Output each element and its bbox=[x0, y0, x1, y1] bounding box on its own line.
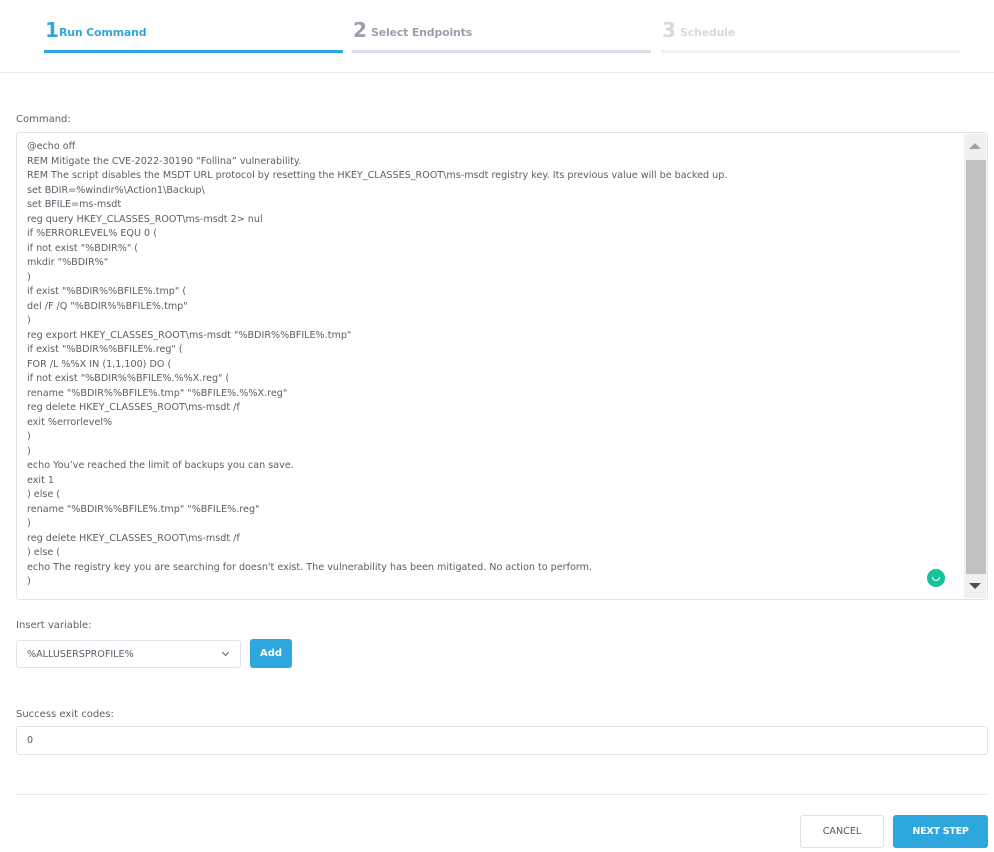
command-label: Command: bbox=[16, 114, 71, 125]
step-number: 2 bbox=[353, 18, 367, 42]
command-scrollbar[interactable] bbox=[964, 134, 986, 598]
step-number: 1 bbox=[45, 18, 59, 42]
arrow-down-icon bbox=[969, 583, 981, 589]
command-textarea[interactable]: @echo off REM Mitigate the CVE-2022-3019… bbox=[16, 132, 988, 600]
step-progress-bar bbox=[44, 50, 343, 53]
step-select-endpoints[interactable]: 2 Select Endpoints bbox=[352, 18, 651, 54]
step-run-command[interactable]: 1 Run Command bbox=[44, 18, 343, 54]
insert-variable-label: Insert variable: bbox=[16, 620, 92, 631]
cancel-button[interactable]: CANCEL bbox=[800, 815, 884, 848]
scroll-down-button[interactable] bbox=[964, 574, 986, 598]
variable-select[interactable]: %ALLUSERSPROFILE% bbox=[16, 640, 241, 668]
step-progress-bar bbox=[661, 50, 960, 53]
add-variable-button[interactable]: Add bbox=[250, 639, 292, 668]
exit-codes-label: Success exit codes: bbox=[16, 709, 114, 720]
scroll-thumb[interactable] bbox=[966, 160, 986, 574]
wizard-stepper: 1 Run Command 2 Select Endpoints 3 Sched… bbox=[0, 0, 994, 73]
scroll-up-button[interactable] bbox=[964, 134, 986, 158]
step-label: Select Endpoints bbox=[371, 26, 473, 39]
step-progress-bar bbox=[352, 50, 651, 53]
next-step-button[interactable]: NEXT STEP bbox=[893, 815, 988, 848]
variable-select-value: %ALLUSERSPROFILE% bbox=[27, 649, 134, 660]
arrow-up-icon bbox=[969, 143, 981, 149]
smile-glyph bbox=[932, 577, 940, 581]
footer-divider bbox=[16, 794, 988, 795]
exit-codes-input[interactable] bbox=[16, 726, 988, 755]
chevron-down-icon bbox=[221, 648, 230, 657]
command-text[interactable]: @echo off REM Mitigate the CVE-2022-3019… bbox=[27, 140, 957, 590]
step-schedule[interactable]: 3 Schedule bbox=[661, 18, 960, 54]
step-label: Run Command bbox=[59, 26, 147, 39]
step-number: 3 bbox=[662, 18, 676, 42]
grammarly-icon[interactable] bbox=[927, 569, 945, 587]
step-label: Schedule bbox=[680, 26, 736, 39]
